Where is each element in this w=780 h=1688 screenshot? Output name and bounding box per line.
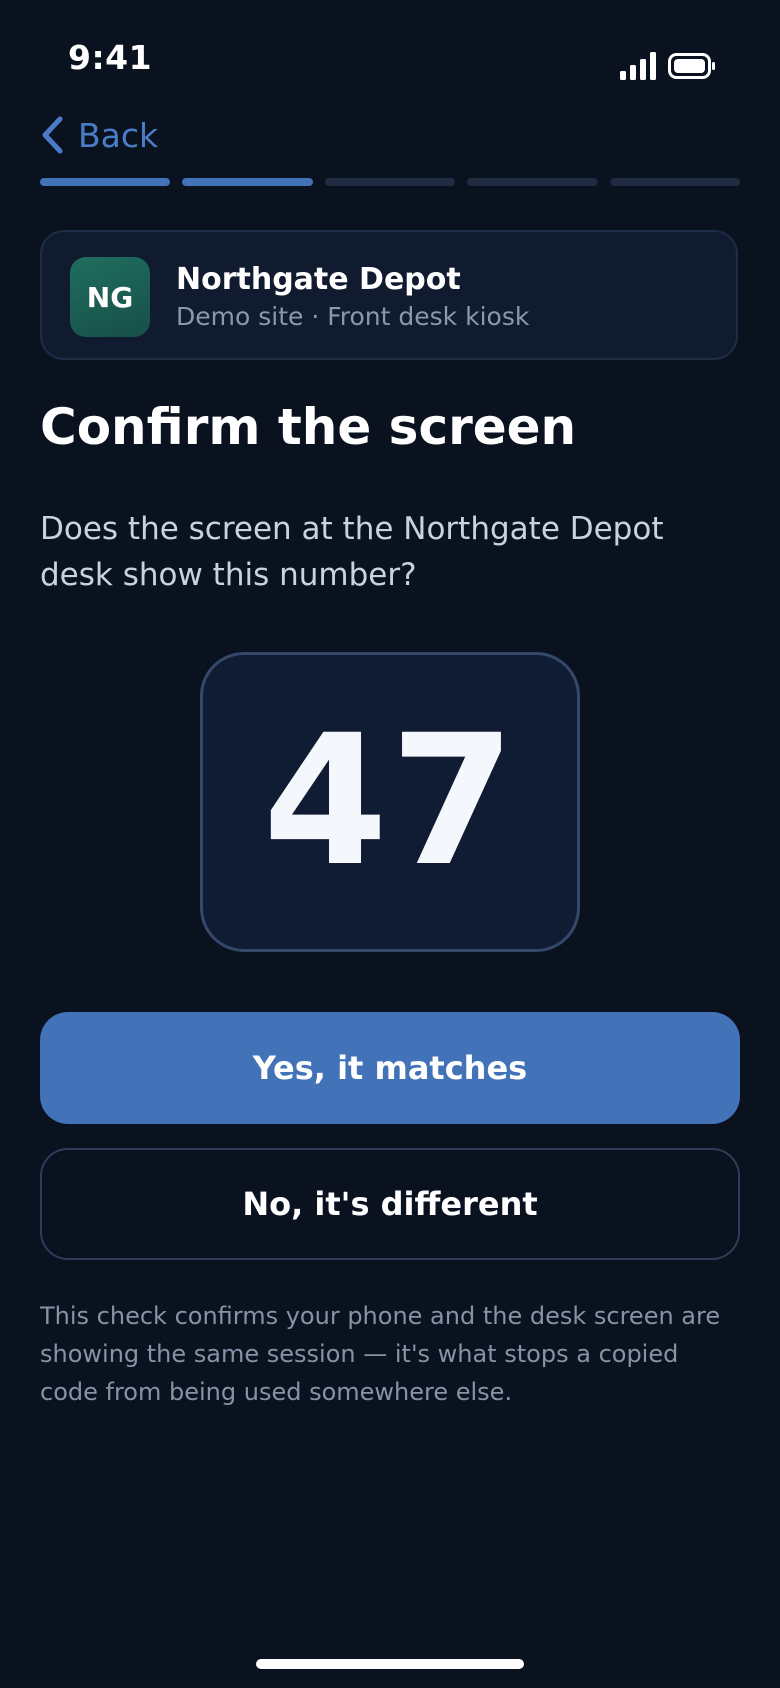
progress-segment [467, 178, 598, 186]
page-description: Does the screen at the Northgate Depot d… [40, 511, 664, 593]
step-progress-bar [40, 178, 741, 186]
back-label: Back [78, 115, 159, 155]
progress-segment [182, 178, 313, 186]
back-button[interactable]: Back [40, 110, 158, 160]
site-avatar: NG [70, 257, 150, 337]
progress-segment [324, 178, 456, 186]
status-time: 9:41 [68, 38, 153, 77]
home-indicator[interactable] [256, 1659, 524, 1669]
confirm-match-button[interactable]: Yes, it matches [40, 1012, 740, 1124]
cellular-signal-icon [620, 52, 656, 80]
site-card: NG Northgate Depot Demo site · Front des… [40, 230, 738, 360]
verification-number: 47 [262, 697, 518, 906]
battery-icon [668, 53, 715, 79]
reject-mismatch-button[interactable]: No, it's different [40, 1148, 740, 1260]
site-name: Northgate Depot [176, 262, 461, 297]
site-subtitle: Demo site · Front desk kiosk [176, 302, 530, 331]
status-bar: 9:41 [0, 0, 780, 110]
verification-number-card: 47 [200, 652, 580, 952]
chevron-left-icon [42, 116, 63, 154]
security-footnote: This check confirms your phone and the d… [40, 1302, 721, 1406]
progress-segment [40, 178, 171, 186]
page-title: Confirm the screen [40, 398, 577, 456]
progress-segment [609, 178, 741, 186]
